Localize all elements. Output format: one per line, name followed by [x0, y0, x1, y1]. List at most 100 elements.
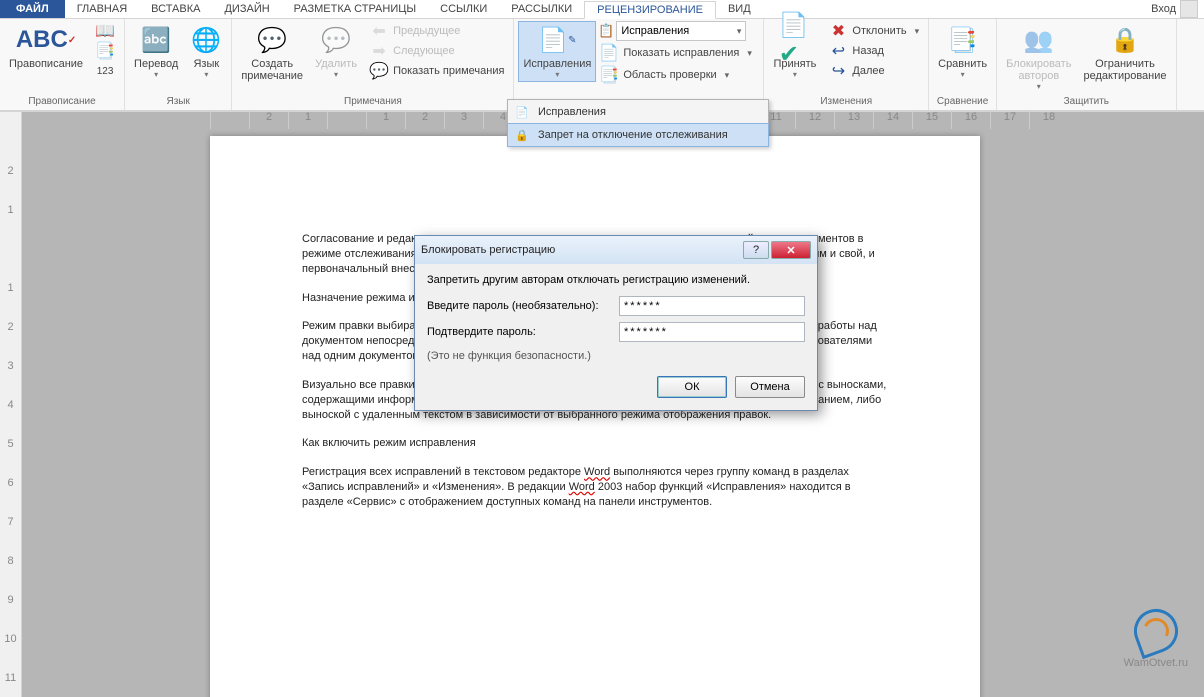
forward-icon: ↪: [828, 61, 848, 81]
chevron-down-icon: ▾: [555, 70, 559, 79]
accept-icon: 📄✔: [779, 24, 811, 56]
forward-button[interactable]: ↪Далее: [823, 61, 924, 81]
new-comment-button[interactable]: 💬 Создать примечание: [236, 21, 308, 85]
compare-button[interactable]: 📑 Сравнить ▾: [933, 21, 992, 82]
tab-insert[interactable]: ВСТАВКА: [139, 0, 212, 18]
next-comment-button[interactable]: ➡Следующее: [364, 41, 509, 61]
dialog-note: (Это не функция безопасности.): [427, 350, 805, 362]
back-button[interactable]: ↩Назад: [823, 41, 924, 61]
back-icon: ↩: [828, 41, 848, 61]
display-mode-icon: 📋: [598, 23, 614, 39]
thesaurus-button[interactable]: 📑: [90, 41, 120, 61]
menu-bar: ФАЙЛ ГЛАВНАЯ ВСТАВКА ДИЗАЙН РАЗМЕТКА СТР…: [0, 0, 1204, 19]
chevron-down-icon: ▾: [793, 70, 797, 79]
dialog-instruction: Запретить другим авторам отключать регис…: [427, 274, 805, 286]
password-label: Введите пароль (необязательно):: [427, 300, 613, 312]
comment-add-icon: 💬: [256, 24, 288, 56]
confirm-password-input[interactable]: [619, 322, 805, 342]
help-button[interactable]: ?: [743, 241, 769, 259]
chevron-down-icon: ▾: [334, 70, 338, 79]
show-comments-button[interactable]: 💬Показать примечания: [364, 61, 509, 81]
reject-icon: ✖: [828, 21, 848, 41]
group-spelling: ABC✓ Правописание 📖 📑 123 Правописание: [0, 19, 125, 110]
comment-delete-icon: 💬: [320, 24, 352, 56]
globe-icon: 🌐: [190, 24, 222, 56]
track-icon: 📄✎: [541, 24, 573, 56]
chevron-down-icon: ▾: [915, 26, 920, 37]
tab-review[interactable]: РЕЦЕНЗИРОВАНИЕ: [584, 1, 716, 19]
track-changes-button[interactable]: 📄✎ Исправления ▾: [518, 21, 596, 82]
login-button[interactable]: Вход: [1145, 0, 1204, 18]
paragraph: Как включить режим исправления: [302, 436, 888, 451]
document-page: Согласование и редактирование договоров …: [210, 136, 980, 697]
confirm-password-label: Подтвердите пароль:: [427, 326, 613, 338]
tab-home[interactable]: ГЛАВНАЯ: [65, 0, 139, 18]
tab-design[interactable]: ДИЗАЙН: [212, 0, 281, 18]
reject-button[interactable]: ✖Отклонить▾: [823, 21, 924, 41]
display-mode-dropdown[interactable]: Исправления▾: [616, 21, 746, 41]
restrict-editing-button[interactable]: 🔒 Ограничить редактирование: [1078, 21, 1171, 85]
block-authors-button[interactable]: 👥 Блокировать авторов ▾: [1001, 21, 1076, 94]
chevron-down-icon: ▾: [747, 48, 752, 59]
translate-button[interactable]: 🔤 Перевод ▾: [129, 21, 183, 82]
lock-tracking-icon: 🔒: [514, 127, 530, 143]
chevron-down-icon: ▾: [1037, 82, 1041, 91]
group-protect: 👥 Блокировать авторов ▾ 🔒 Ограничить ред…: [997, 19, 1176, 110]
tab-mailings[interactable]: РАССЫЛКИ: [499, 0, 584, 18]
translate-icon: 🔤: [140, 24, 172, 56]
chevron-down-icon: ▾: [961, 70, 965, 79]
cancel-button[interactable]: Отмена: [735, 376, 805, 398]
spelling-icon: ABC✓: [30, 24, 62, 56]
ok-button[interactable]: ОК: [657, 376, 727, 398]
group-compare: 📑 Сравнить ▾ Сравнение: [929, 19, 997, 110]
group-tracking: 📄✎ Исправления ▾ 📋 Исправления▾ 📄Показат…: [514, 19, 764, 110]
markup-icon: 📄: [599, 43, 619, 63]
delete-comment-button[interactable]: 💬 Удалить ▾: [310, 21, 362, 82]
track-icon: 📄: [514, 104, 530, 120]
compare-icon: 📑: [947, 24, 979, 56]
password-input[interactable]: [619, 296, 805, 316]
group-changes: 📄✔ Принять ▾ ✖Отклонить▾ ↩Назад ↪Далее И…: [764, 19, 929, 110]
chevron-down-icon: ▾: [737, 26, 742, 37]
research-button[interactable]: 📖: [90, 21, 120, 41]
prev-icon: ⬅: [369, 21, 389, 41]
lock-tracking-dialog: Блокировать регистрацию ? ✕ Запретить др…: [414, 235, 818, 411]
pane-icon: 📑: [599, 65, 619, 85]
chevron-down-icon: ▾: [154, 70, 158, 79]
group-comments: 💬 Создать примечание 💬 Удалить ▾ ⬅Предыд…: [232, 19, 514, 110]
chevron-down-icon: ▾: [204, 70, 208, 79]
book-icon: 📖: [95, 21, 115, 41]
tab-file[interactable]: ФАЙЛ: [0, 0, 65, 18]
prev-comment-button[interactable]: ⬅Предыдущее: [364, 21, 509, 41]
dialog-title: Блокировать регистрацию: [421, 244, 741, 256]
avatar-icon: [1180, 0, 1198, 18]
spelling-button[interactable]: ABC✓ Правописание: [4, 21, 88, 73]
watermark-logo-icon: [1128, 603, 1184, 659]
show-markup-button[interactable]: 📄Показать исправления▾: [598, 43, 757, 63]
tab-references[interactable]: ССЫЛКИ: [428, 0, 499, 18]
group-language: 🔤 Перевод ▾ 🌐 Язык ▾ Язык: [125, 19, 232, 110]
menu-item-lock-tracking[interactable]: 🔒 Запрет на отключение отслеживания: [507, 123, 769, 147]
close-button[interactable]: ✕: [771, 241, 811, 259]
lock-icon: 🔒: [1109, 24, 1141, 56]
next-icon: ➡: [369, 41, 389, 61]
paragraph: Регистрация всех исправлений в текстовом…: [302, 465, 888, 510]
track-changes-menu: 📄 Исправления 🔒 Запрет на отключение отс…: [507, 99, 769, 147]
reviewing-pane-button[interactable]: 📑Область проверки▾: [598, 65, 757, 85]
block-icon: 👥: [1023, 24, 1055, 56]
count-icon: 123: [95, 61, 115, 81]
tab-view[interactable]: ВИД: [716, 0, 763, 18]
menu-item-track[interactable]: 📄 Исправления: [508, 100, 768, 124]
wordcount-button[interactable]: 123: [90, 61, 120, 81]
show-comments-icon: 💬: [369, 61, 389, 81]
tab-layout[interactable]: РАЗМЕТКА СТРАНИЦЫ: [282, 0, 428, 18]
thesaurus-icon: 📑: [95, 41, 115, 61]
ruler-vertical: 211234567891011: [0, 112, 22, 697]
accept-button[interactable]: 📄✔ Принять ▾: [768, 21, 821, 82]
language-button[interactable]: 🌐 Язык ▾: [185, 21, 227, 82]
chevron-down-icon: ▾: [725, 70, 730, 81]
dialog-titlebar[interactable]: Блокировать регистрацию ? ✕: [415, 236, 817, 264]
login-label: Вход: [1151, 3, 1176, 15]
ribbon: ABC✓ Правописание 📖 📑 123 Правописание 🔤…: [0, 19, 1204, 111]
watermark: WamOtvet.ru: [1124, 609, 1188, 669]
